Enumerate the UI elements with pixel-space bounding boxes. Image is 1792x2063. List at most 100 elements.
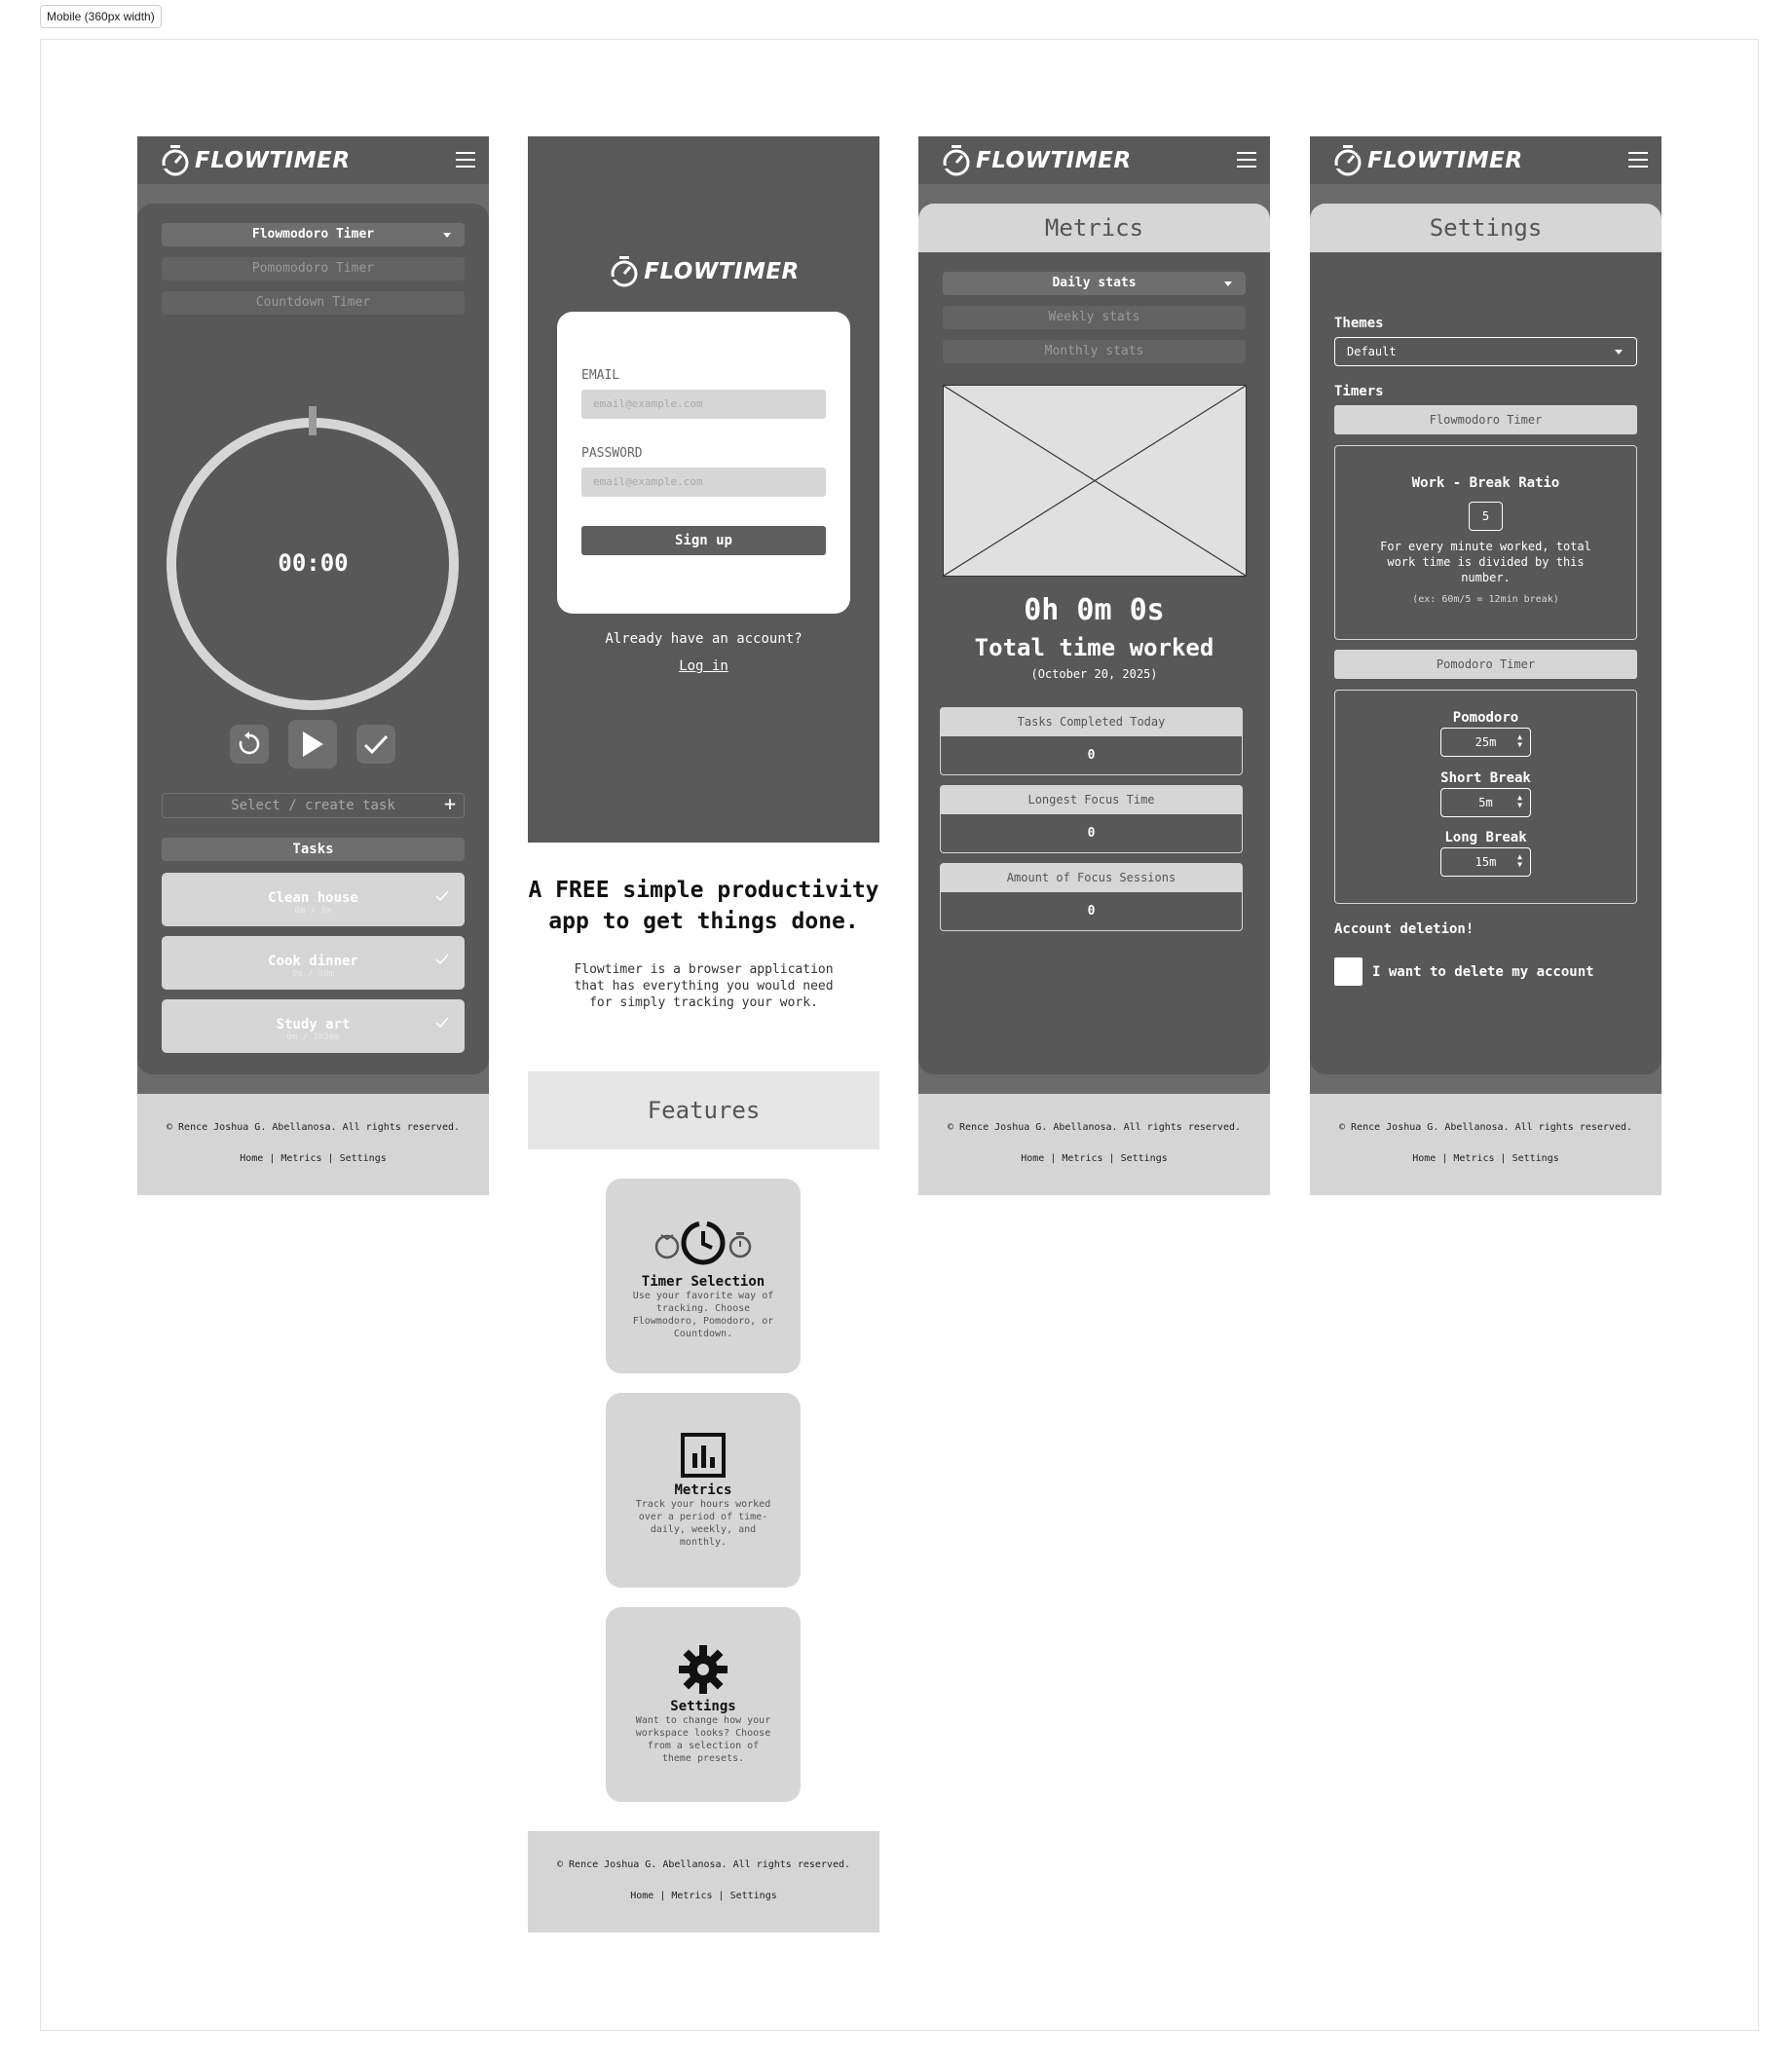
delete-account-checkbox[interactable] <box>1334 957 1363 986</box>
hamburger-menu-icon[interactable] <box>1237 152 1256 169</box>
spinner-arrows-icon[interactable]: ▲ ▼ <box>1517 794 1522 809</box>
footer-links[interactable]: Home | Metrics | Settings <box>918 1153 1270 1164</box>
landing-screen: FLOWTIMER EMAIL email@example.com PASSWO… <box>528 136 879 1932</box>
stat-label: Longest Focus Time <box>940 785 1243 814</box>
placeholder-cross-icon <box>943 385 1247 577</box>
feature-title: Timer Selection <box>641 1274 765 1290</box>
spinner-arrows-icon[interactable]: ▲ ▼ <box>1517 853 1522 869</box>
caret-down-icon <box>443 233 451 238</box>
stat-value: 0 <box>940 814 1243 853</box>
play-button[interactable] <box>288 720 337 769</box>
footer-links[interactable]: Home | Metrics | Settings <box>137 1153 489 1164</box>
short-break-value: 5m <box>1478 796 1493 809</box>
ratio-example: (ex: 60m/5 = 12min break) <box>1412 594 1559 605</box>
password-field[interactable]: email@example.com <box>581 468 826 497</box>
signup-button[interactable]: Sign up <box>581 526 826 555</box>
task-item[interactable]: Cook dinner 0m / 30m <box>162 936 465 990</box>
timer-body: Flowmodoro Timer Pomomodoro Timer Countd… <box>137 184 489 1094</box>
footer: © Rence Joshua G. Abellanosa. All rights… <box>137 1094 489 1195</box>
brand-logo[interactable]: FLOWTIMER <box>940 144 1132 177</box>
account-deletion-label: Account deletion! <box>1334 921 1475 937</box>
theme-select-value: Default <box>1347 345 1397 358</box>
theme-select[interactable]: Default <box>1334 337 1637 366</box>
spinner-arrows-icon[interactable]: ▲ ▼ <box>1517 733 1522 749</box>
password-label: PASSWORD <box>581 446 643 461</box>
brand-logo[interactable]: FLOWTIMER <box>528 255 879 288</box>
stat-label: Amount of Focus Sessions <box>940 863 1243 892</box>
check-icon <box>363 734 389 755</box>
task-progress: 0m / 0m <box>294 906 332 916</box>
stopwatch-icon <box>159 145 189 176</box>
brand-name: FLOWTIMER <box>195 148 351 173</box>
email-label: EMAIL <box>581 368 620 383</box>
flowmodoro-settings-box: Work - Break Ratio 5 For every minute wo… <box>1334 445 1637 640</box>
settings-screen: FLOWTIMER Settings Themes Default Timers… <box>1310 136 1661 1195</box>
frame-label: Mobile (360px width) <box>40 5 162 28</box>
brand-logo[interactable]: FLOWTIMER <box>1331 144 1523 177</box>
play-icon <box>303 731 323 757</box>
footer: © Rence Joshua G. Abellanosa. All rights… <box>918 1094 1270 1195</box>
hamburger-menu-icon[interactable] <box>456 152 475 169</box>
stat-longest-focus: Longest Focus Time 0 <box>940 785 1243 853</box>
footer-links[interactable]: Home | Metrics | Settings <box>1310 1153 1661 1164</box>
have-account-text: Already have an account? <box>605 631 803 647</box>
short-break-title: Short Break <box>1440 770 1531 786</box>
task-item[interactable]: Clean house 0m / 0m <box>162 873 465 926</box>
brand-name: FLOWTIMER <box>976 148 1132 173</box>
range-label: Daily stats <box>1052 276 1137 290</box>
page-title: Settings <box>1310 204 1661 252</box>
mode-pomodoro[interactable]: Pomomodoro Timer <box>162 257 465 281</box>
total-time-value: 0h 0m 0s <box>1024 593 1165 627</box>
total-time-label: Total time worked <box>974 634 1214 661</box>
task-progress: 0m / 30m <box>291 969 335 979</box>
brand-logo[interactable]: FLOWTIMER <box>159 144 351 177</box>
footer: © Rence Joshua G. Abellanosa. All rights… <box>1310 1094 1661 1195</box>
hamburger-menu-icon[interactable] <box>1628 152 1648 169</box>
ratio-title: Work - Break Ratio <box>1411 475 1560 491</box>
short-break-stepper[interactable]: 5m ▲ ▼ <box>1440 788 1531 817</box>
stopwatch-icon <box>940 145 970 176</box>
range-monthly[interactable]: Monthly stats <box>943 340 1246 363</box>
timer-ring-handle[interactable] <box>309 406 317 435</box>
footer-copyright: © Rence Joshua G. Abellanosa. All rights… <box>947 1122 1242 1133</box>
mode-flowmodoro[interactable]: Flowmodoro Timer <box>162 223 465 246</box>
app-header: FLOWTIMER <box>137 136 489 184</box>
range-weekly[interactable]: Weekly stats <box>943 306 1246 329</box>
long-break-value: 15m <box>1475 855 1497 869</box>
app-header: FLOWTIMER <box>1310 136 1661 184</box>
reset-button[interactable] <box>230 725 269 764</box>
mode-countdown[interactable]: Countdown Timer <box>162 291 465 315</box>
complete-button[interactable] <box>356 725 395 764</box>
pomodoro-stepper[interactable]: 25m ▲ ▼ <box>1440 728 1531 757</box>
ratio-input[interactable]: 5 <box>1469 502 1503 531</box>
features-list: Timer Selection Use your favorite way of… <box>528 1149 879 1831</box>
plus-icon[interactable]: + <box>444 792 456 815</box>
footer-links[interactable]: Home | Metrics | Settings <box>528 1891 879 1901</box>
brand-name: FLOWTIMER <box>1367 148 1523 173</box>
hero-section: A FREE simple productivity app to get th… <box>528 843 879 1071</box>
feature-description: Want to change how your workspace looks?… <box>635 1715 771 1764</box>
login-link[interactable]: Log in <box>528 658 879 674</box>
task-item[interactable]: Study art 0m / 1h30m <box>162 999 465 1053</box>
check-icon[interactable] <box>435 890 449 902</box>
mode-label: Flowmodoro Timer <box>251 227 375 242</box>
pomodoro-section-header[interactable]: Pomodoro Timer <box>1334 650 1637 679</box>
metrics-body: Metrics Daily stats Weekly stats Monthly… <box>918 184 1270 1094</box>
check-icon[interactable] <box>435 1017 449 1029</box>
app-header: FLOWTIMER <box>918 136 1270 184</box>
long-break-stepper[interactable]: 15m ▲ ▼ <box>1440 847 1531 877</box>
task-select-input[interactable]: Select / create task + <box>162 792 465 818</box>
email-field[interactable]: email@example.com <box>581 390 826 419</box>
stat-tasks-completed: Tasks Completed Today 0 <box>940 707 1243 775</box>
stat-focus-sessions: Amount of Focus Sessions 0 <box>940 863 1243 931</box>
flowmodoro-section-header[interactable]: Flowmodoro Timer <box>1334 405 1637 434</box>
stats-date: (October 20, 2025) <box>1030 667 1158 681</box>
stat-value: 0 <box>940 892 1243 931</box>
chart-placeholder <box>943 385 1247 577</box>
check-icon[interactable] <box>435 954 449 965</box>
pomodoro-settings-box: Pomodoro 25m ▲ ▼ Short Break 5m ▲ ▼ Long Bre… <box>1334 690 1637 904</box>
range-daily[interactable]: Daily stats <box>943 272 1246 295</box>
feature-card-metrics: Metrics Track your hours worked over a p… <box>606 1393 801 1588</box>
feature-title: Settings <box>670 1699 736 1714</box>
metrics-screen: FLOWTIMER Metrics Daily stats Weekly sta… <box>918 136 1270 1195</box>
